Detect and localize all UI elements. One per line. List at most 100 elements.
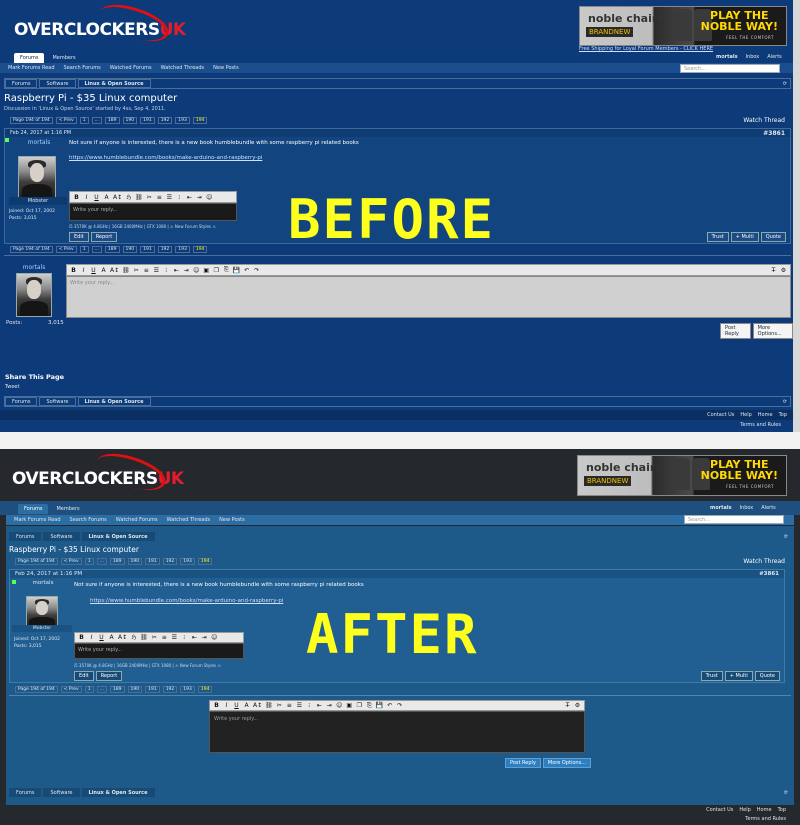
subnav-watched-threads[interactable]: Watched Threads xyxy=(167,517,211,523)
subnav-search[interactable]: Search Forums xyxy=(64,65,101,71)
underline-icon[interactable]: U xyxy=(90,267,97,274)
terms-link[interactable]: Terms and Rules xyxy=(745,816,786,822)
pager-prev[interactable]: < Prev xyxy=(60,558,82,565)
post-reply-button[interactable]: Post Reply xyxy=(505,758,541,768)
footer-help[interactable]: Help xyxy=(739,807,750,813)
indent-icon[interactable]: ⇥ xyxy=(196,194,203,201)
quick-reply-input[interactable]: Write your reply... xyxy=(69,203,237,221)
promo-link[interactable]: Free Shipping for Loyal Forum Members - … xyxy=(579,46,713,52)
toggle-bbcode-icon[interactable]: ⚙ xyxy=(574,702,581,709)
quick-reply-input[interactable]: Write your reply... xyxy=(74,643,244,659)
crumb-forums[interactable]: Forums xyxy=(9,532,42,541)
undo-icon[interactable]: ↶ xyxy=(386,702,393,709)
indent-icon[interactable]: ⇥ xyxy=(183,267,190,274)
align-icon[interactable]: ≡ xyxy=(161,634,168,641)
bold-icon[interactable]: B xyxy=(70,267,77,274)
indent-icon[interactable]: ⇥ xyxy=(201,634,208,641)
bullet-list-icon[interactable]: ☰ xyxy=(296,702,303,709)
undo-icon[interactable]: ↶ xyxy=(243,267,250,274)
pager-prev[interactable]: < Prev xyxy=(60,686,82,693)
number-list-icon[interactable]: ⁝ xyxy=(163,267,170,274)
redo-icon[interactable]: ↷ xyxy=(396,702,403,709)
page-link[interactable]: 193 xyxy=(175,246,190,253)
page-link[interactable]: 190 xyxy=(127,558,143,565)
footer-top[interactable]: Top xyxy=(778,807,786,813)
page-link[interactable]: 192 xyxy=(162,558,178,565)
subnav-watched-threads[interactable]: Watched Threads xyxy=(161,65,205,71)
page-current[interactable]: 194 xyxy=(197,558,213,565)
page-current[interactable]: 194 xyxy=(192,246,208,253)
page-link[interactable]: 193 xyxy=(180,558,195,565)
smiley-icon[interactable]: ☺ xyxy=(193,267,200,274)
footer-top[interactable]: Top xyxy=(779,412,787,418)
tab-forums[interactable]: Forums xyxy=(18,504,49,514)
multi-quote-button[interactable]: + Multi xyxy=(730,232,759,242)
alerts-link[interactable]: Alerts xyxy=(767,54,782,60)
search-input[interactable]: Search... xyxy=(684,515,784,524)
account-user[interactable]: mortals xyxy=(710,505,732,511)
quote-icon[interactable]: ⎘ xyxy=(223,266,230,274)
font-icon[interactable]: ℌ xyxy=(125,194,132,201)
user-avatar[interactable] xyxy=(18,156,56,200)
font-color-icon[interactable]: A xyxy=(103,194,110,201)
crumb-software[interactable]: Software xyxy=(43,788,80,797)
align-icon[interactable]: ≡ xyxy=(143,267,150,274)
media-icon[interactable]: ❐ xyxy=(213,267,220,274)
font-size-icon[interactable]: A↕ xyxy=(253,702,262,709)
rss-icon[interactable]: ⟳ xyxy=(784,790,788,796)
page-link[interactable]: 191 xyxy=(140,117,155,124)
font-color-icon[interactable]: A xyxy=(100,267,107,274)
crumb-software[interactable]: Software xyxy=(43,532,80,541)
tab-forums[interactable]: Forums xyxy=(14,53,45,63)
pager-prev[interactable]: < Prev xyxy=(55,246,77,253)
rss-icon[interactable]: ⟳ xyxy=(784,534,788,540)
font-size-icon[interactable]: A↕ xyxy=(118,634,127,641)
account-user[interactable]: mortals xyxy=(716,54,738,60)
save-icon[interactable]: 💾 xyxy=(376,702,383,709)
crumb-linux[interactable]: Linux & Open Source xyxy=(81,532,155,541)
page-link[interactable]: 190 xyxy=(122,246,138,253)
smiley-icon[interactable]: ☺ xyxy=(206,194,213,201)
pager-prev[interactable]: < Prev xyxy=(55,117,77,124)
edit-button[interactable]: Edit xyxy=(69,232,89,242)
image-icon[interactable]: ▣ xyxy=(346,702,353,709)
trust-button[interactable]: Trust xyxy=(700,671,723,681)
font-color-icon[interactable]: A xyxy=(243,702,250,709)
watch-thread-link[interactable]: Watch Thread xyxy=(743,558,785,565)
reply-avatar[interactable] xyxy=(16,273,52,317)
page-link[interactable]: 193 xyxy=(180,686,195,693)
subnav-watched-forums[interactable]: Watched Forums xyxy=(116,517,158,523)
footer-contact[interactable]: Contact Us xyxy=(707,412,734,418)
outdent-icon[interactable]: ⇤ xyxy=(173,267,180,274)
outdent-icon[interactable]: ⇤ xyxy=(191,634,198,641)
save-icon[interactable]: 💾 xyxy=(233,267,240,274)
bullet-list-icon[interactable]: ☰ xyxy=(153,267,160,274)
bold-icon[interactable]: B xyxy=(78,634,85,641)
align-icon[interactable]: ≡ xyxy=(156,194,163,201)
crumb-linux[interactable]: Linux & Open Source xyxy=(77,397,151,406)
page-link[interactable]: 192 xyxy=(162,686,178,693)
subnav-new-posts[interactable]: New Posts xyxy=(219,517,245,523)
alerts-link[interactable]: Alerts xyxy=(761,505,776,511)
italic-icon[interactable]: I xyxy=(80,267,87,274)
font-size-icon[interactable]: A↕ xyxy=(110,267,119,274)
redo-icon[interactable]: ↷ xyxy=(253,267,260,274)
subnav-search[interactable]: Search Forums xyxy=(70,517,107,523)
reply-editor[interactable]: Write your reply... xyxy=(209,711,585,753)
inbox-link[interactable]: Inbox xyxy=(740,505,754,511)
crumb-forums[interactable]: Forums xyxy=(5,397,38,406)
crumb-linux[interactable]: Linux & Open Source xyxy=(81,788,155,797)
number-list-icon[interactable]: ⁝ xyxy=(306,702,313,709)
terms-link[interactable]: Terms and Rules xyxy=(740,422,781,428)
link-icon[interactable]: ⛓ xyxy=(140,634,148,641)
crumb-software[interactable]: Software xyxy=(39,79,76,88)
link-icon[interactable]: ⛓ xyxy=(135,194,143,201)
italic-icon[interactable]: I xyxy=(223,702,230,709)
smiley-icon[interactable]: ☺ xyxy=(211,634,218,641)
page-link[interactable]: 189 xyxy=(109,686,125,693)
crumb-linux[interactable]: Linux & Open Source xyxy=(77,79,151,88)
reply-username[interactable]: mortals xyxy=(10,264,58,271)
page-link[interactable]: 192 xyxy=(157,117,173,124)
font-size-icon[interactable]: A↕ xyxy=(113,194,122,201)
page-link[interactable]: 190 xyxy=(127,686,143,693)
